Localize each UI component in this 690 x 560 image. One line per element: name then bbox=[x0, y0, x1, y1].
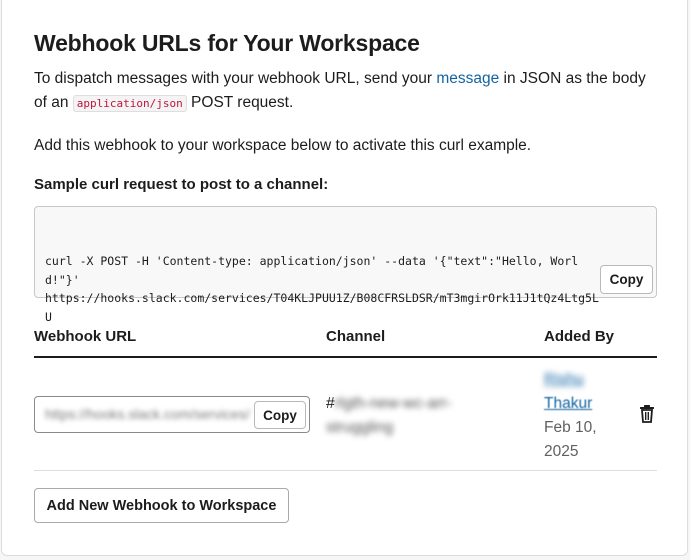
user-first-name[interactable]: Rishu bbox=[544, 368, 624, 392]
sample-curl-label: Sample curl request to post to a channel… bbox=[34, 176, 329, 193]
table-row-divider bbox=[34, 470, 657, 471]
intro-text-start: To dispatch messages with your webhook U… bbox=[34, 70, 437, 87]
channel-name-text: rlgth-new-wc-arr-struggling bbox=[326, 395, 452, 436]
user-last-name[interactable]: Thakur bbox=[544, 392, 624, 416]
intro-text-end: POST request. bbox=[186, 94, 294, 111]
curl-code-block: curl -X POST -H 'Content-type: applicati… bbox=[34, 206, 657, 324]
add-webhook-button[interactable]: Add New Webhook to Workspace bbox=[34, 488, 289, 523]
content-type-code: application/json bbox=[72, 95, 187, 112]
channel-name: #rlgth-new-wc-arr-struggling bbox=[326, 392, 476, 440]
page-title: Webhook URLs for Your Workspace bbox=[34, 30, 420, 56]
header-channel: Channel bbox=[326, 328, 386, 345]
trash-icon[interactable] bbox=[638, 404, 656, 424]
added-by-cell: Rishu Thakur Feb 10, 2025 bbox=[544, 368, 624, 464]
added-date: Feb 10, 2025 bbox=[544, 419, 597, 460]
channel-hash: # bbox=[326, 395, 335, 412]
webhook-url-field[interactable]: https://hooks.slack.com/services/ Copy bbox=[34, 396, 310, 433]
header-webhook-url: Webhook URL bbox=[34, 328, 137, 345]
webhook-url-value: https://hooks.slack.com/services/ bbox=[45, 406, 250, 422]
table-header-divider bbox=[34, 356, 657, 358]
message-link[interactable]: message bbox=[436, 70, 499, 87]
webhook-panel: Webhook URLs for Your Workspace To dispa… bbox=[1, 0, 688, 556]
intro-text: To dispatch messages with your webhook U… bbox=[34, 67, 658, 116]
header-added-by: Added By bbox=[544, 328, 615, 345]
activate-text: Add this webhook to your workspace below… bbox=[34, 137, 532, 154]
copy-curl-button[interactable]: Copy bbox=[600, 265, 653, 294]
copy-url-button[interactable]: Copy bbox=[254, 401, 306, 429]
curl-code-text: curl -X POST -H 'Content-type: applicati… bbox=[45, 254, 599, 324]
